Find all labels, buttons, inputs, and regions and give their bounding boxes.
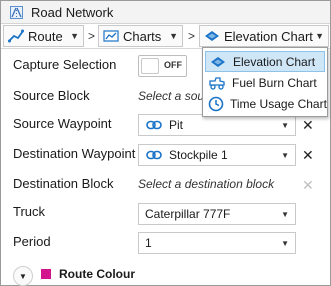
clear-source-waypoint-button[interactable]: ✕	[302, 117, 314, 134]
clear-destination-waypoint-button[interactable]: ✕	[302, 147, 314, 164]
menu-item-elevation-chart[interactable]: Elevation Chart	[205, 51, 325, 72]
destination-waypoint-label: Destination Waypoint	[13, 146, 136, 161]
elevation-chart-icon	[204, 28, 220, 44]
menu-item-fuel-burn-chart[interactable]: Fuel Burn Chart	[205, 72, 325, 93]
breadcrumb-charts-label: Charts	[123, 28, 162, 44]
chevron-down-icon[interactable]: ▼	[70, 31, 79, 41]
destination-waypoint-select[interactable]: Stockpile 1 ▼	[138, 144, 296, 166]
source-waypoint-select[interactable]: Pit ▼	[138, 114, 296, 136]
road-network-icon	[10, 6, 23, 19]
route-colour-section: ▼ Route Colour	[1, 264, 330, 286]
destination-waypoint-value: Stockpile 1	[169, 148, 228, 162]
toggle-state-label: OFF	[164, 60, 182, 70]
breadcrumb-separator: >	[88, 29, 96, 43]
toggle-knob	[141, 58, 159, 74]
fuel-truck-icon	[208, 75, 226, 91]
menu-item-label: Fuel Burn Chart	[232, 75, 317, 90]
menu-item-label: Time Usage Chart	[230, 96, 327, 111]
truck-value: Caterpillar 777F	[145, 207, 231, 221]
road-network-window: Road Network Route ▼ > Charts ▼ > Elevat…	[0, 0, 331, 286]
period-label: Period	[13, 234, 51, 249]
capture-selection-label: Capture Selection	[13, 57, 117, 72]
source-block-label: Source Block	[13, 88, 90, 103]
clear-destination-block-button: ✕	[302, 177, 314, 193]
route-icon	[8, 28, 24, 44]
period-select[interactable]: 1 ▼	[138, 232, 296, 254]
chevron-down-icon: ▼	[281, 121, 289, 130]
window-title: Road Network	[31, 5, 114, 20]
destination-block-label: Destination Block	[13, 176, 114, 191]
breadcrumb-route[interactable]: Route ▼	[3, 25, 84, 47]
route-colour-swatch[interactable]	[41, 269, 51, 279]
expand-route-colour-button[interactable]: ▼	[13, 266, 33, 286]
chevron-down-icon: ▼	[281, 151, 289, 160]
breadcrumb-elevation-chart-label: Elevation Chart	[224, 28, 313, 44]
chevron-down-icon[interactable]: ▼	[315, 31, 324, 41]
menu-item-label: Elevation Chart	[233, 54, 316, 69]
source-waypoint-value: Pit	[169, 118, 184, 132]
elevation-chart-icon	[209, 54, 227, 70]
capture-selection-toggle[interactable]: OFF	[138, 55, 187, 77]
waypoint-link-icon	[145, 147, 163, 163]
breadcrumb: Route ▼ > Charts ▼ > Elevation Chart ▼	[1, 24, 330, 49]
breadcrumb-separator: >	[188, 29, 196, 43]
truck-select[interactable]: Caterpillar 777F ▼	[138, 203, 296, 225]
chart-type-menu: Elevation Chart Fuel Burn Chart Time Usa…	[202, 47, 328, 117]
title-bar: Road Network	[1, 1, 330, 24]
source-waypoint-label: Source Waypoint	[13, 116, 112, 131]
chevron-down-icon: ▼	[281, 239, 289, 248]
menu-item-time-usage-chart[interactable]: Time Usage Chart	[205, 93, 327, 114]
destination-block-selector[interactable]: Select a destination block	[138, 177, 274, 191]
breadcrumb-route-label: Route	[28, 28, 63, 44]
waypoint-link-icon	[145, 117, 163, 133]
clock-icon	[208, 96, 224, 112]
breadcrumb-charts[interactable]: Charts ▼	[98, 25, 183, 47]
truck-label: Truck	[13, 204, 46, 219]
period-value: 1	[145, 236, 152, 250]
breadcrumb-elevation-chart[interactable]: Elevation Chart ▼	[199, 25, 329, 47]
folder-icon	[103, 28, 119, 44]
route-colour-label: Route Colour	[59, 267, 135, 281]
chevron-down-icon: ▼	[281, 210, 289, 219]
chevron-down-icon[interactable]: ▼	[169, 31, 178, 41]
